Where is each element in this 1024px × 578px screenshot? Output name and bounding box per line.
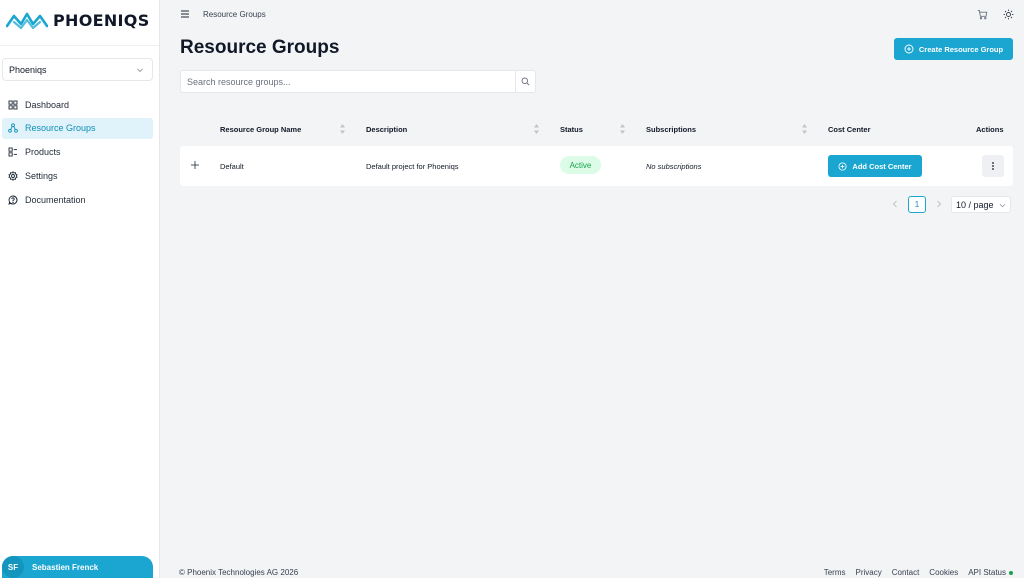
- column-header-actions: Actions: [976, 124, 1004, 134]
- table-row[interactable]: Default Default project for Phoeniqs Act…: [180, 146, 1013, 186]
- chevron-down-icon: [137, 68, 143, 72]
- brand-name: PHOENIQS: [53, 10, 150, 30]
- chevron-right-icon[interactable]: [934, 198, 944, 210]
- status-badge: Active: [560, 156, 601, 174]
- organization-select-value: Phoeniqs: [9, 64, 47, 75]
- sort-icon[interactable]: [801, 123, 808, 135]
- theme-toggle-icon[interactable]: [1003, 9, 1014, 20]
- sidebar-item-label: Products: [25, 147, 61, 158]
- row-actions-button[interactable]: [982, 155, 1004, 177]
- avatar: SF: [2, 556, 24, 578]
- chevron-left-icon[interactable]: [890, 198, 900, 210]
- cell-name: Default: [220, 161, 244, 171]
- footer-link-api-status[interactable]: API Status: [968, 568, 1006, 577]
- pagination-current-page[interactable]: 1: [908, 196, 926, 213]
- dashboard-icon: [8, 100, 18, 109]
- footer-link-contact[interactable]: Contact: [892, 568, 920, 577]
- sort-icon[interactable]: [533, 123, 540, 135]
- brand-logo[interactable]: PHOENIQS: [6, 9, 150, 31]
- column-header-status[interactable]: Status: [560, 114, 583, 144]
- sidebar-item-label: Dashboard: [25, 99, 70, 110]
- organization-select[interactable]: Phoeniqs: [2, 58, 153, 81]
- sidebar-divider: [0, 45, 159, 46]
- sidebar-item-products[interactable]: Products: [2, 142, 153, 163]
- search-input[interactable]: [181, 71, 515, 92]
- copyright: © Phoenix Technologies AG 2026: [179, 568, 299, 577]
- column-header-name[interactable]: Resource Group Name: [220, 114, 301, 144]
- expand-row-icon[interactable]: [190, 160, 200, 170]
- search-bar: [180, 70, 536, 93]
- api-status-dot: [1009, 570, 1013, 575]
- sort-icon[interactable]: [619, 123, 626, 135]
- column-header-subscriptions[interactable]: Subscriptions: [646, 114, 696, 144]
- top-bar: Resource Groups: [160, 0, 1024, 28]
- gear-icon: [8, 170, 18, 181]
- sidebar-item-label: Resource Groups: [25, 123, 96, 134]
- page-title: Resource Groups: [180, 37, 340, 58]
- cell-description: Default project for Phoeniqs: [366, 161, 459, 171]
- user-menu[interactable]: SF Sebastien Frenck: [2, 556, 153, 578]
- phoeniqs-logo-icon: [6, 12, 48, 30]
- plus-circle-icon: [838, 161, 847, 171]
- page-size-select[interactable]: 10 / page: [951, 196, 1011, 213]
- search-button[interactable]: [515, 71, 535, 92]
- column-header-description[interactable]: Description: [366, 114, 407, 144]
- search-icon: [521, 77, 530, 86]
- table-header: Resource Group Name Description Status S…: [180, 114, 1013, 144]
- create-resource-group-label: Create Resource Group: [918, 44, 1004, 54]
- resource-groups-icon: [8, 123, 18, 133]
- documentation-icon: [8, 195, 18, 205]
- products-icon: [8, 147, 17, 157]
- add-cost-center-button[interactable]: Add Cost Center: [828, 155, 922, 177]
- menu-icon[interactable]: [180, 9, 190, 19]
- sidebar-nav: Dashboard Resource Groups Products Setti…: [2, 94, 153, 213]
- cell-subscriptions: No subscriptions: [646, 161, 702, 171]
- user-name: Sebastien Frenck: [32, 562, 99, 572]
- sidebar-item-settings[interactable]: Settings: [2, 165, 153, 186]
- sidebar-item-resource-groups[interactable]: Resource Groups: [2, 117, 153, 139]
- sidebar-item-label: Documentation: [25, 194, 86, 205]
- plus-circle-icon: [904, 44, 914, 54]
- chevron-down-icon: [999, 203, 1006, 208]
- create-resource-group-button[interactable]: Create Resource Group: [894, 38, 1013, 60]
- add-cost-center-label: Add Cost Center: [852, 161, 912, 171]
- footer-link-privacy[interactable]: Privacy: [855, 568, 881, 577]
- footer-links: Terms Privacy Contact Cookies API Status: [814, 568, 1013, 577]
- breadcrumb[interactable]: Resource Groups: [203, 10, 266, 19]
- footer-link-terms[interactable]: Terms: [824, 568, 846, 577]
- cart-icon[interactable]: [977, 9, 988, 20]
- sidebar-item-documentation[interactable]: Documentation: [2, 189, 153, 210]
- sidebar-item-dashboard[interactable]: Dashboard: [2, 94, 153, 115]
- more-vertical-icon: [992, 162, 994, 170]
- sidebar-item-label: Settings: [25, 170, 58, 181]
- sidebar: PHOENIQS Phoeniqs Dashboard Resource Gro…: [0, 0, 160, 578]
- sort-icon[interactable]: [339, 123, 346, 135]
- column-header-cost-center: Cost Center: [828, 124, 871, 134]
- page-size-value: 10 / page: [956, 199, 994, 210]
- footer-link-cookies[interactable]: Cookies: [929, 568, 958, 577]
